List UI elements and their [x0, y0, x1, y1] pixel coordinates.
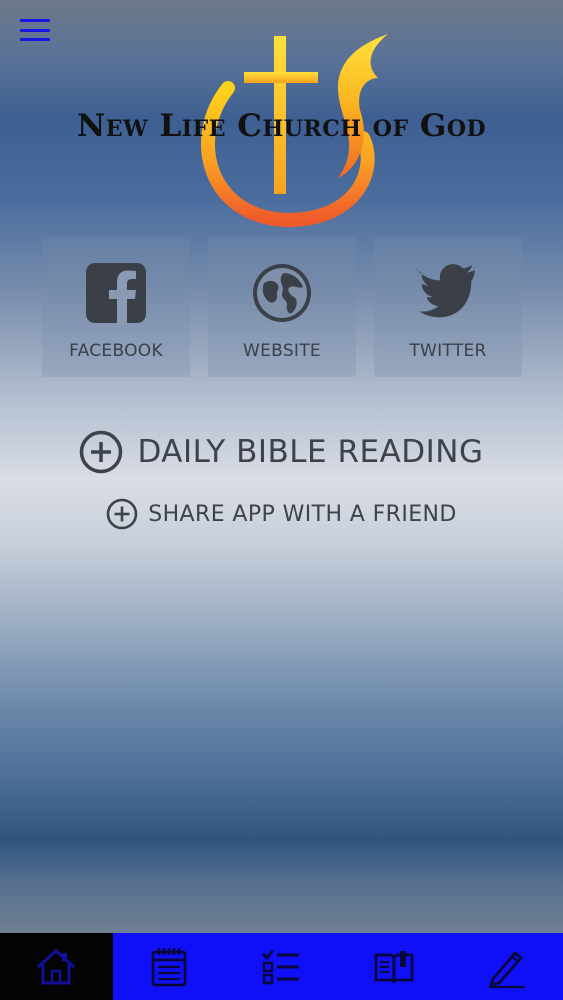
facebook-icon: [86, 263, 146, 325]
tab-book[interactable]: [338, 933, 451, 1000]
calendar-icon: [151, 947, 187, 986]
checklist-icon: [262, 948, 300, 984]
tab-home[interactable]: [0, 933, 113, 1000]
share-app-label: SHARE APP WITH A FRIEND: [148, 501, 457, 527]
pencil-icon: [488, 951, 525, 988]
twitter-icon: [416, 264, 476, 318]
twitter-tile[interactable]: TWITTER: [374, 237, 522, 377]
social-links-row: FACEBOOK WEBSITE TWITTER: [42, 237, 522, 377]
daily-bible-reading-button[interactable]: DAILY BIBLE READING: [0, 428, 563, 476]
tab-notes[interactable]: [450, 933, 563, 1000]
book-icon: [374, 950, 414, 983]
plus-circle-icon: [106, 498, 138, 530]
plus-circle-icon: [80, 430, 123, 474]
bottom-tab-bar: [0, 933, 563, 1000]
website-tile[interactable]: WEBSITE: [208, 237, 356, 377]
globe-icon: [253, 264, 311, 322]
church-name-title: New Life Church of God: [76, 108, 487, 144]
tab-checklist[interactable]: [225, 933, 338, 1000]
share-app-button[interactable]: SHARE APP WITH A FRIEND: [0, 496, 563, 532]
website-label: WEBSITE: [243, 341, 321, 361]
facebook-label: FACEBOOK: [69, 341, 163, 361]
facebook-tile[interactable]: FACEBOOK: [42, 237, 190, 377]
twitter-label: TWITTER: [409, 341, 487, 361]
daily-bible-reading-label: DAILY BIBLE READING: [137, 434, 484, 470]
hamburger-menu-icon[interactable]: [18, 16, 52, 44]
tab-calendar[interactable]: [113, 933, 226, 1000]
home-icon: [37, 949, 76, 984]
